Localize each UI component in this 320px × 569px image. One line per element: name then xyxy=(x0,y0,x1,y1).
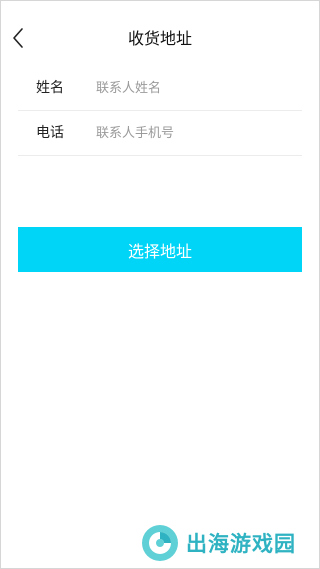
name-input[interactable] xyxy=(96,74,296,102)
phone-label: 电话 xyxy=(36,125,64,141)
name-label: 姓名 xyxy=(36,80,64,96)
phone-input[interactable] xyxy=(96,119,296,147)
watermark-logo-icon xyxy=(142,525,178,561)
watermark-text: 出海游戏园 xyxy=(186,532,296,556)
name-row: 姓名 xyxy=(18,66,302,111)
page-title: 收货地址 xyxy=(127,29,192,48)
phone-row: 电话 xyxy=(18,111,302,156)
header: 收货地址 xyxy=(0,0,320,74)
watermark: 出海游戏园 xyxy=(140,521,296,565)
select-address-button[interactable]: 选择地址 xyxy=(18,227,302,272)
